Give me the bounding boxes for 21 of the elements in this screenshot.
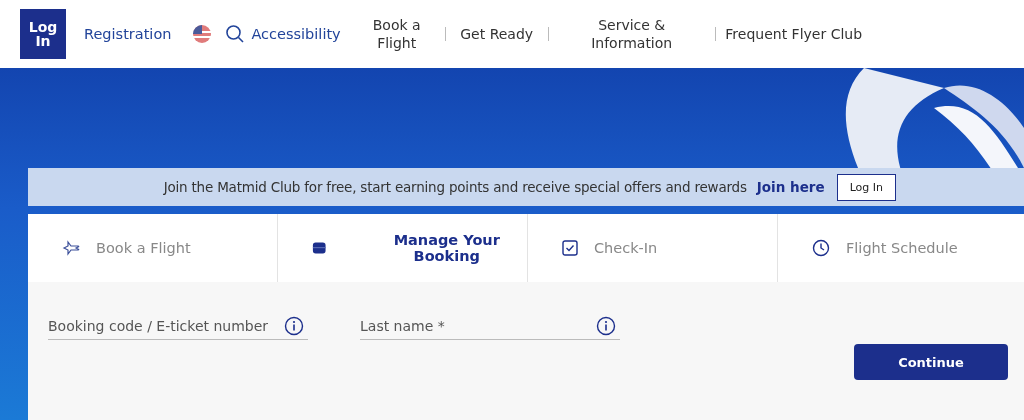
- login-button[interactable]: Log In: [836, 173, 896, 201]
- clock-icon: [812, 239, 830, 257]
- checkbox-icon: [562, 240, 578, 256]
- search-icon[interactable]: [225, 24, 246, 44]
- continue-button[interactable]: Continue: [854, 344, 1008, 380]
- nav-link[interactable]: Service & Information: [548, 16, 715, 52]
- plane-icon: [62, 240, 80, 256]
- nav-link[interactable]: Get Ready: [445, 25, 548, 43]
- registration-link[interactable]: Registration: [84, 26, 172, 42]
- booking-icon: [312, 241, 327, 255]
- input-field[interactable]: Booking code / E-ticket number: [48, 312, 308, 340]
- flag-icon[interactable]: [193, 25, 212, 43]
- info-icon[interactable]: [596, 316, 616, 336]
- input-field[interactable]: Last name *: [360, 312, 620, 340]
- info-icon[interactable]: [284, 316, 304, 336]
- nav-link[interactable]: Frequent Flyer Club: [715, 25, 872, 43]
- join-link[interactable]: Join here: [756, 179, 825, 195]
- promo-text: Join the Matmid Club for free, start earning points and receive special offers and rewards: [163, 179, 747, 195]
- nav-link[interactable]: Book a Flight: [348, 16, 445, 52]
- login-button[interactable]: Log In: [20, 9, 66, 59]
- accessibility-link[interactable]: Accessibility: [251, 26, 341, 42]
